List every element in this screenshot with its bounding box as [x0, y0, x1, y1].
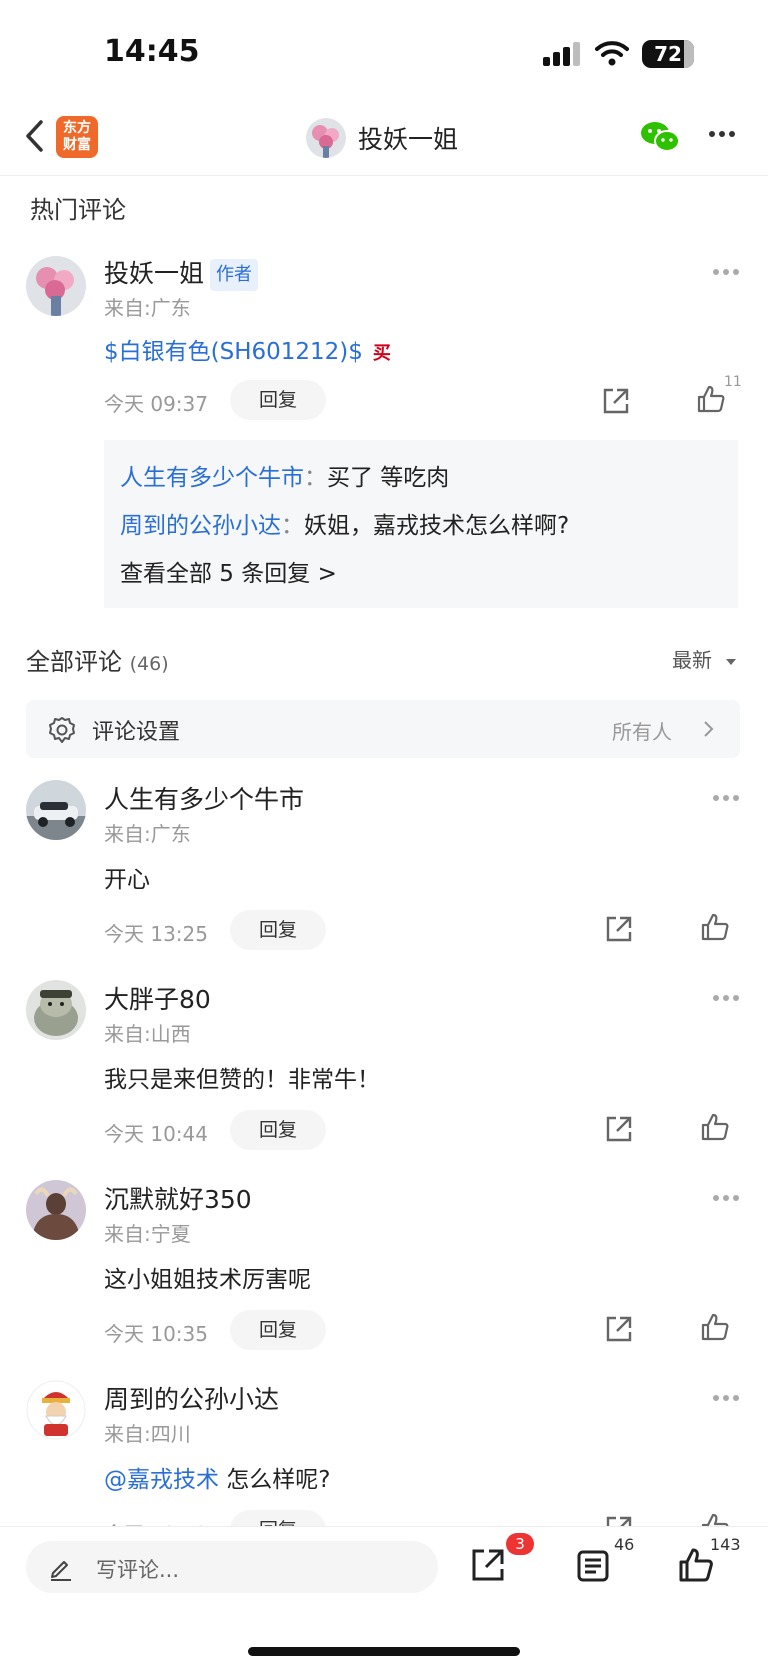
hot-comment: 投妖一姐 作者 来自:广东 $白银有色(SH601212)$ 买 今天 09:37 … [0, 0, 768, 620]
comment-location: 来自:山西 [104, 1022, 191, 1046]
avatar[interactable] [26, 256, 86, 316]
reply-author[interactable]: 周到的公孙小达 [120, 513, 281, 539]
reply-separator: ： [281, 513, 304, 539]
like-count: 11 [724, 374, 742, 390]
all-comments-label: 全部评论 [26, 648, 122, 676]
settings-value: 所有人 [612, 720, 672, 744]
like-icon[interactable] [700, 912, 730, 942]
comment-input[interactable]: 写评论... [26, 1541, 438, 1593]
reply-author[interactable]: 人生有多少个牛市 [120, 465, 304, 491]
author-name[interactable]: 周到的公孙小达 [104, 1380, 279, 1416]
author-name[interactable]: 大胖子80 [104, 980, 211, 1016]
reply-button[interactable]: 回复 [230, 910, 326, 950]
share-badge: 3 [506, 1533, 534, 1555]
sort-label: 最新 [672, 648, 712, 672]
settings-label: 评论设置 [92, 720, 181, 745]
comment-time: 今天 10:44 [104, 1122, 208, 1146]
comment-author[interactable]: 投妖一姐 作者 [104, 254, 259, 291]
pencil-icon [51, 1561, 71, 1581]
like-count: 143 [710, 1535, 741, 1554]
reply-button[interactable]: 回复 [230, 1110, 326, 1150]
reply-item[interactable]: 人生有多少个牛市：买了 等吃肉 [120, 458, 449, 492]
buy-tag: 买 [372, 343, 391, 364]
comment-location: 来自:四川 [104, 1422, 191, 1446]
author-name[interactable]: 投妖一姐 [104, 259, 204, 288]
avatar[interactable] [26, 780, 86, 840]
comment-location: 来自:宁夏 [104, 1222, 191, 1246]
reply-separator: ： [304, 465, 327, 491]
avatar[interactable] [26, 1380, 86, 1440]
like-icon[interactable] [700, 1312, 730, 1342]
comment-text: $白银有色(SH601212)$ 买 [104, 332, 391, 366]
reply-text: 买了 等吃肉 [327, 465, 450, 491]
stock-link[interactable]: $白银有色(SH601212)$ [104, 339, 363, 365]
reply-text: 妖姐，嘉戎技术怎么样啊? [304, 513, 570, 539]
like-icon[interactable] [700, 1112, 730, 1142]
mention-link[interactable]: @嘉戎技术 [104, 1467, 219, 1493]
author-name[interactable]: 沉默就好350 [104, 1180, 252, 1216]
comment-body-text: 怎么样呢? [219, 1467, 331, 1493]
comment-text: 开心 [104, 867, 150, 893]
sort-dropdown[interactable]: 最新 [672, 644, 738, 673]
bottom-action-bar: 写评论... 3 46 143 [0, 1526, 768, 1669]
comment-more-icon[interactable] [712, 794, 740, 802]
share-icon[interactable] [604, 1314, 634, 1344]
share-icon[interactable] [470, 1547, 506, 1583]
comment-time: 今天 09:37 [104, 392, 208, 416]
share-icon[interactable] [601, 386, 631, 416]
comment-count: 46 [614, 1535, 635, 1554]
comment-item: 沉默就好350 来自:宁夏 这小姐姐技术厉害呢 今天 10:35 回复 [0, 1180, 768, 1380]
comment-time: 今天 10:35 [104, 1322, 208, 1346]
comment-settings-row[interactable]: 评论设置 所有人 [26, 700, 740, 758]
comment-text: @嘉戎技术 怎么样呢? [104, 1460, 331, 1494]
comments-list-icon[interactable] [576, 1549, 610, 1583]
reply-item[interactable]: 周到的公孙小达：妖姐，嘉戎技术怎么样啊? [120, 506, 569, 540]
chevron-right-icon [704, 721, 714, 737]
all-comments-title: 全部评论 (46) [26, 642, 169, 677]
comment-more-icon[interactable] [712, 268, 740, 276]
like-icon[interactable] [678, 1547, 714, 1583]
home-indicator [248, 1647, 520, 1656]
comment-placeholder: 写评论... [96, 1558, 180, 1582]
comment-location: 来自:广东 [104, 822, 191, 846]
battery-level: 72 [654, 42, 682, 66]
caret-down-icon [726, 658, 737, 665]
avatar[interactable] [26, 1180, 86, 1240]
comment-time: 今天 13:25 [104, 922, 208, 946]
reply-button[interactable]: 回复 [230, 380, 326, 420]
reply-button[interactable]: 回复 [230, 1310, 326, 1350]
like-icon[interactable] [696, 384, 726, 414]
comment-text: 这小姐姐技术厉害呢 [104, 1267, 311, 1293]
comment-location: 来自:广东 [104, 296, 191, 320]
view-all-replies-link[interactable]: 查看全部 5 条回复 > [120, 554, 337, 588]
comment-more-icon[interactable] [712, 1394, 740, 1402]
share-icon[interactable] [604, 914, 634, 944]
author-badge: 作者 [210, 259, 259, 291]
avatar[interactable] [26, 980, 86, 1040]
reply-preview-box[interactable]: 人生有多少个牛市：买了 等吃肉 周到的公孙小达：妖姐，嘉戎技术怎么样啊? 查看全… [104, 440, 738, 608]
all-comments-count: (46) [129, 653, 169, 675]
share-icon[interactable] [604, 1114, 634, 1144]
author-name[interactable]: 人生有多少个牛市 [104, 780, 304, 816]
comment-text: 我只是来但赞的！非常牛！ [104, 1067, 380, 1093]
comment-more-icon[interactable] [712, 1194, 740, 1202]
gear-icon [49, 717, 75, 743]
comment-item: 大胖子80 来自:山西 我只是来但赞的！非常牛！ 今天 10:44 回复 [0, 980, 768, 1180]
comment-more-icon[interactable] [712, 994, 740, 1002]
comment-item: 人生有多少个牛市 来自:广东 开心 今天 13:25 回复 [0, 780, 768, 980]
